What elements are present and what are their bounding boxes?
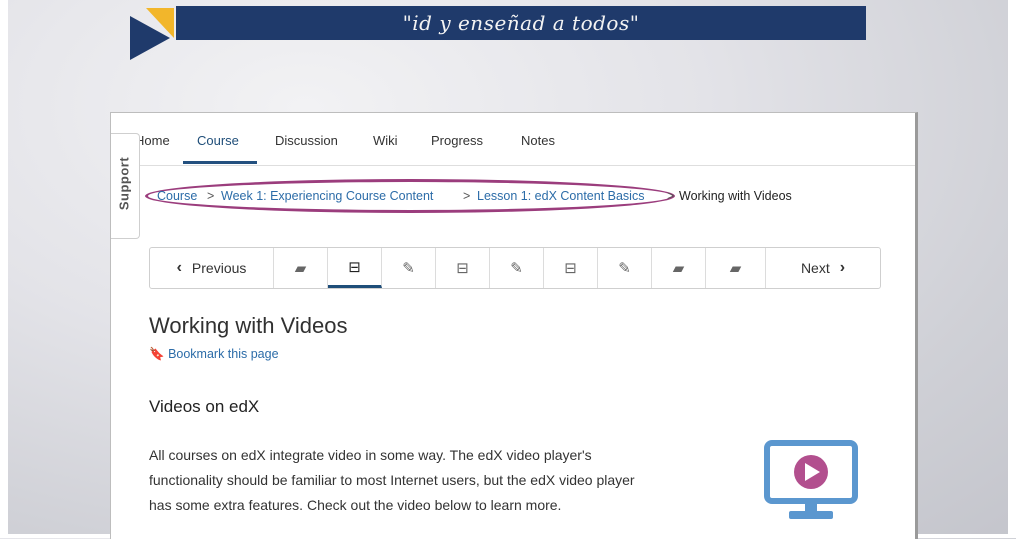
breadcrumb-separator: >: [207, 189, 215, 203]
film-icon: ⊟: [456, 259, 469, 277]
previous-label: Previous: [191, 260, 247, 276]
unit-5-button[interactable]: ✎: [490, 248, 544, 288]
next-label: Next: [800, 260, 830, 276]
chevron-left-icon: ‹: [176, 259, 182, 276]
unit-9-button[interactable]: ▰: [706, 248, 766, 288]
breadcrumb-course[interactable]: Course: [157, 189, 197, 203]
edit-icon: ✎: [510, 259, 523, 277]
film-icon: ⊟: [348, 257, 361, 276]
breadcrumb-lesson[interactable]: Lesson 1: edX Content Basics: [477, 189, 644, 203]
unit-6-button[interactable]: ⊟: [544, 248, 598, 288]
support-tab[interactable]: Support: [111, 133, 140, 239]
book-icon: ▰: [672, 259, 685, 277]
breadcrumb-separator: >: [667, 189, 675, 203]
breadcrumb-current: Working with Videos: [679, 189, 792, 203]
unit-7-button[interactable]: ✎: [598, 248, 652, 288]
breadcrumb-separator: >: [463, 189, 471, 203]
unit-4-button[interactable]: ⊟: [436, 248, 490, 288]
tab-notes[interactable]: Notes: [521, 133, 555, 148]
tab-course[interactable]: Course: [197, 133, 239, 148]
tab-wiki[interactable]: Wiki: [373, 133, 398, 148]
tab-discussion[interactable]: Discussion: [275, 133, 338, 148]
page-title: Working with Videos: [149, 313, 348, 338]
unit-2-button[interactable]: ⊟: [328, 248, 382, 288]
edit-icon: ✎: [402, 259, 415, 277]
chevron-right-icon: ›: [839, 259, 846, 276]
previous-button[interactable]: ‹ Previous: [150, 248, 274, 288]
frame-right: [1008, 0, 1016, 538]
body-line: All courses on edX integrate video in so…: [149, 447, 592, 463]
film-icon: ⊟: [564, 259, 577, 277]
slogan-text: "id y enseñad a todos": [402, 11, 640, 35]
support-label: Support: [116, 156, 132, 211]
sequence-nav: ‹ Previous ▰ ⊟ ✎ ⊟ ✎ ⊟ ✎ ▰ ▰ Next ›: [149, 247, 881, 289]
logo-navy-triangle: [130, 16, 170, 60]
book-icon: ▰: [729, 259, 742, 277]
bookmark-link[interactable]: 🔖 Bookmark this page: [149, 347, 279, 362]
book-icon: ▰: [294, 259, 307, 277]
slogan-banner: "id y enseñad a todos": [176, 6, 866, 40]
video-monitor-icon: [764, 440, 858, 519]
breadcrumb-week[interactable]: Week 1: Experiencing Course Content: [221, 189, 433, 203]
active-tab-underline: [183, 161, 257, 164]
course-nav: Home Course Discussion Wiki Progress Not…: [111, 113, 915, 166]
frame-left: [0, 0, 8, 538]
course-panel: Home Course Discussion Wiki Progress Not…: [110, 112, 918, 539]
tab-progress[interactable]: Progress: [431, 133, 483, 148]
bookmark-icon: 🔖: [149, 347, 165, 361]
unit-3-button[interactable]: ✎: [382, 248, 436, 288]
body-line: has some extra features. Check out the v…: [149, 497, 562, 513]
tab-home[interactable]: Home: [135, 133, 170, 148]
unit-8-button[interactable]: ▰: [652, 248, 706, 288]
section-title: Videos on edX: [149, 397, 260, 416]
body-paragraph: All courses on edX integrate video in so…: [149, 443, 739, 518]
edit-icon: ✎: [618, 259, 631, 277]
unit-1-button[interactable]: ▰: [274, 248, 328, 288]
next-button[interactable]: Next ›: [766, 248, 880, 288]
bookmark-label: Bookmark this page: [168, 347, 279, 361]
body-line: functionality should be familiar to most…: [149, 472, 635, 488]
